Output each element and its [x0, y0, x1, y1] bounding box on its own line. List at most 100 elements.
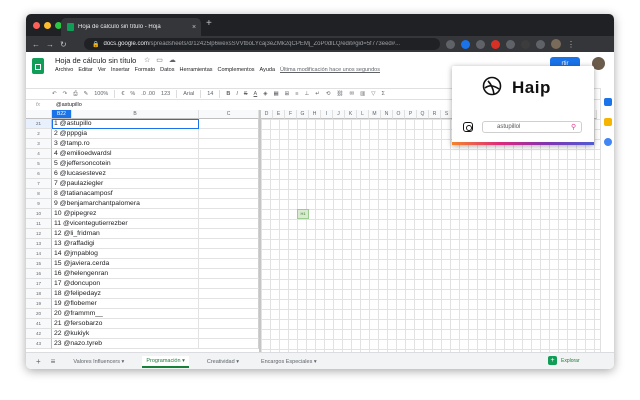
cloud-icon[interactable]: ☁ — [169, 56, 176, 64]
back-arrow-icon[interactable]: ← — [32, 40, 40, 49]
row-header[interactable]: 41 — [26, 319, 52, 329]
column-header[interactable]: P — [405, 110, 417, 119]
table-row[interactable]: 3 @tamp.ro — [52, 139, 199, 149]
empty-cell[interactable] — [199, 189, 259, 199]
row-header[interactable]: 9 — [26, 199, 52, 209]
table-row[interactable]: 17 @doncupon — [52, 279, 199, 289]
address-bar[interactable]: 🔒 docs.google.com/spreadsheets/d/12425lp… — [84, 38, 440, 50]
empty-cell[interactable] — [199, 269, 259, 279]
empty-cell[interactable] — [199, 339, 259, 349]
table-row[interactable]: 4 @emilioedwardsl — [52, 149, 199, 159]
table-row[interactable]: 20 @frammm__ — [52, 309, 199, 319]
menu-editar[interactable]: Editar — [78, 67, 92, 73]
row-header[interactable]: 14 — [26, 249, 52, 259]
extension-icon[interactable] — [491, 39, 500, 49]
table-row[interactable]: 14 @jmpablog — [52, 249, 199, 259]
tasks-icon[interactable] — [604, 138, 612, 146]
row-header[interactable]: 8 — [26, 189, 52, 199]
menu-ayuda[interactable]: Ayuda — [260, 67, 276, 73]
column-header[interactable]: D — [261, 110, 273, 119]
row-header[interactable]: 4 — [26, 149, 52, 159]
row-header[interactable]: 11 — [26, 219, 52, 229]
column-header[interactable]: J — [333, 110, 345, 119]
table-row[interactable]: 10 @pipegrez — [52, 209, 199, 219]
currency-button[interactable]: € — [121, 91, 124, 97]
table-row[interactable]: 7 @paulaziegler — [52, 179, 199, 189]
row-header[interactable]: 16 — [26, 269, 52, 279]
zoom-select[interactable]: 100% — [94, 91, 108, 97]
table-row[interactable]: 15 @javiera.cerda — [52, 259, 199, 269]
calendar-icon[interactable] — [604, 98, 612, 106]
extension-icon[interactable] — [446, 39, 455, 49]
empty-cell[interactable] — [199, 209, 259, 219]
select-all-corner[interactable] — [26, 110, 52, 119]
column-header[interactable]: L — [357, 110, 369, 119]
row-header[interactable]: 10 — [26, 209, 52, 219]
empty-cell[interactable] — [199, 129, 259, 139]
table-row[interactable]: 18 @felipedayz — [52, 289, 199, 299]
table-row[interactable]: 12 @li_fridman — [52, 229, 199, 239]
align-icon[interactable]: ≡ — [295, 91, 298, 97]
menu-formato[interactable]: Formato — [135, 67, 155, 73]
explore-button[interactable]: + Explorar — [548, 356, 580, 365]
table-row[interactable]: 9 @benjamarchantpalomera — [52, 199, 199, 209]
column-header[interactable]: F — [285, 110, 297, 119]
reload-icon[interactable]: ↻ — [60, 40, 67, 49]
table-row[interactable]: 21 @fersobarzo — [52, 319, 199, 329]
row-header[interactable]: 17 — [26, 279, 52, 289]
column-header[interactable]: Q — [417, 110, 429, 119]
redo-icon[interactable]: ↷ — [63, 91, 68, 97]
font-size-select[interactable]: 14 — [207, 91, 213, 97]
column-header[interactable]: H — [309, 110, 321, 119]
table-row[interactable]: 22 @kukiyk — [52, 329, 199, 339]
borders-icon[interactable]: ▦ — [273, 91, 278, 97]
star-icon[interactable]: ☆ — [144, 56, 150, 64]
sheet-tab-encargos[interactable]: Encargos Especiales ▾ — [257, 357, 321, 367]
new-tab-button[interactable]: + — [206, 18, 212, 29]
browser-tab[interactable]: Hoja de cálculo sin título - Hoja × — [61, 18, 201, 36]
menu-datos[interactable]: Datos — [160, 67, 174, 73]
row-header[interactable]: 19 — [26, 299, 52, 309]
column-header[interactable]: N — [381, 110, 393, 119]
merge-icon[interactable]: ⊞ — [285, 91, 290, 97]
empty-cell[interactable] — [199, 179, 259, 189]
bold-button[interactable]: B — [226, 91, 230, 97]
table-row[interactable]: 13 @raffadigi — [52, 239, 199, 249]
empty-cell[interactable] — [199, 199, 259, 209]
row-header[interactable]: 21 — [26, 119, 52, 129]
column-header[interactable]: G — [297, 110, 309, 119]
search-icon[interactable]: ⚲ — [571, 123, 576, 131]
table-row[interactable]: 19 @flobemer — [52, 299, 199, 309]
empty-cell[interactable] — [199, 309, 259, 319]
rotate-icon[interactable]: ⟲ — [326, 91, 331, 97]
comment-icon[interactable]: ✉ — [349, 91, 354, 97]
link-icon[interactable]: ⛓ — [337, 91, 344, 97]
empty-cell[interactable] — [199, 219, 259, 229]
empty-cell[interactable] — [199, 159, 259, 169]
empty-cell[interactable] — [199, 299, 259, 309]
sheet-tab-creatividad[interactable]: Creatividad ▾ — [203, 357, 243, 367]
highlighted-cell[interactable]: H1 — [297, 209, 309, 219]
font-select[interactable]: Arial — [183, 91, 194, 97]
menu-archivo[interactable]: Archivo — [55, 67, 73, 73]
spreadsheet-grid[interactable]: B22 B C DEFGHIJKLMNOPQRSTUVWXYZAAABACADA… — [26, 110, 600, 352]
empty-cell[interactable] — [199, 139, 259, 149]
tab-close-icon[interactable]: × — [192, 24, 196, 31]
table-row[interactable]: 6 @lucasestevez — [52, 169, 199, 179]
name-box[interactable]: B22 — [52, 110, 72, 119]
chart-icon[interactable]: ▥ — [360, 91, 365, 97]
menu-complementos[interactable]: Complementos — [218, 67, 255, 73]
empty-cell[interactable] — [199, 119, 259, 129]
keep-icon[interactable] — [604, 118, 612, 126]
strikethrough-button[interactable]: S — [244, 91, 248, 97]
empty-cell[interactable] — [199, 239, 259, 249]
row-header[interactable]: 12 — [26, 229, 52, 239]
sheets-logo-icon[interactable] — [32, 58, 44, 74]
empty-cell[interactable] — [199, 329, 259, 339]
all-sheets-icon[interactable]: ≡ — [51, 357, 56, 366]
fill-color-icon[interactable]: ◈ — [263, 91, 267, 97]
extension-icon[interactable] — [506, 39, 515, 49]
percent-button[interactable]: % — [130, 91, 135, 97]
print-icon[interactable]: ⎙ — [73, 91, 77, 98]
empty-cell[interactable] — [199, 169, 259, 179]
